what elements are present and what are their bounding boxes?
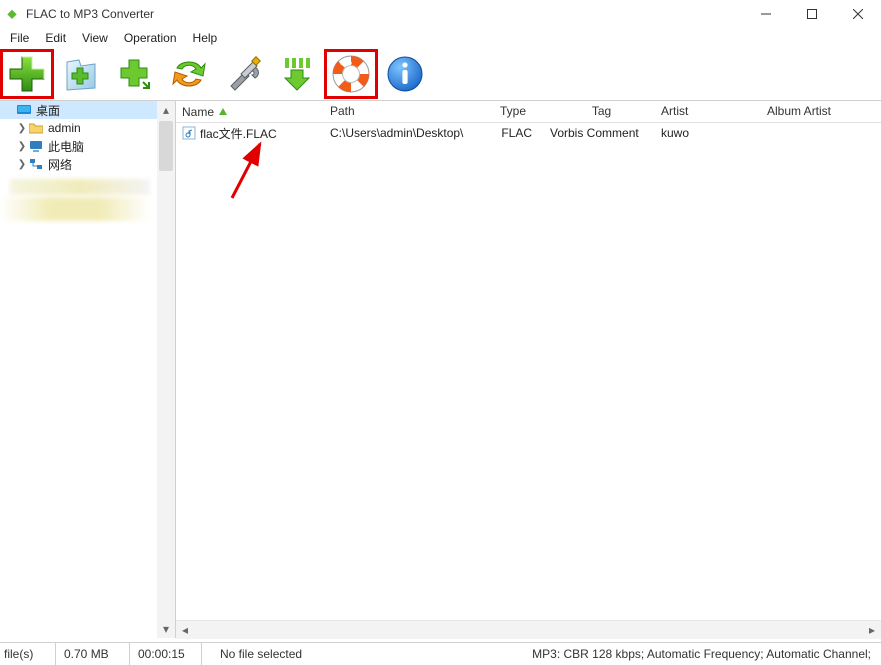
- tree-label: admin: [48, 121, 81, 135]
- add-button[interactable]: [2, 51, 52, 97]
- column-artist[interactable]: Artist: [655, 101, 761, 122]
- scroll-right-icon[interactable]: ▸: [863, 621, 881, 639]
- cell-name-text: flac文件.FLAC: [200, 125, 277, 142]
- plus-icon: [6, 53, 48, 95]
- add-folder-button[interactable]: [56, 51, 106, 97]
- lifebuoy-icon: [330, 53, 372, 95]
- menu-operation[interactable]: Operation: [116, 29, 185, 47]
- status-files: file(s): [0, 643, 56, 665]
- download-button[interactable]: [272, 51, 322, 97]
- convert-button[interactable]: [164, 51, 214, 97]
- column-path[interactable]: Path: [324, 101, 478, 122]
- network-icon: [28, 157, 44, 171]
- list-header: Name Path Type Tag Artist Album Artist: [176, 101, 881, 123]
- scroll-up-icon[interactable]: ▴: [157, 101, 175, 119]
- minimize-button[interactable]: [743, 0, 789, 28]
- tools-icon: [223, 54, 263, 94]
- cell-type: FLAC: [478, 124, 548, 142]
- cell-artist: kuwo: [655, 124, 761, 142]
- app-icon: [4, 6, 20, 22]
- cell-albumartist: [761, 131, 881, 135]
- menu-help[interactable]: Help: [185, 29, 226, 47]
- titlebar: FLAC to MP3 Converter: [0, 0, 881, 28]
- expander-icon[interactable]: ❯: [16, 159, 28, 170]
- app-title: FLAC to MP3 Converter: [26, 7, 154, 21]
- folder-tree[interactable]: 桌面 ❯ admin ❯ 此电脑 ❯ 网络 ▴ ▾: [0, 100, 176, 638]
- tree-item-desktop[interactable]: 桌面: [0, 101, 175, 119]
- scroll-track[interactable]: [194, 621, 863, 639]
- audio-file-icon: [182, 126, 196, 140]
- cell-tag: Vorbis Comment: [548, 124, 655, 142]
- maximize-button[interactable]: [789, 0, 835, 28]
- cell-path: C:\Users\admin\Desktop\: [324, 124, 478, 142]
- menu-view[interactable]: View: [74, 29, 116, 47]
- scroll-left-icon[interactable]: ◂: [176, 621, 194, 639]
- file-list: Name Path Type Tag Artist Album Artist f…: [176, 100, 881, 638]
- pc-icon: [28, 139, 44, 153]
- tree-item-network[interactable]: ❯ 网络: [0, 155, 175, 173]
- status-selection: No file selected: [202, 647, 522, 661]
- status-duration: 00:00:15: [130, 643, 202, 665]
- toolbar: [0, 48, 881, 100]
- scroll-down-icon[interactable]: ▾: [157, 620, 175, 638]
- column-tag[interactable]: Tag: [548, 101, 655, 122]
- list-horizontal-scrollbar[interactable]: ◂ ▸: [176, 620, 881, 638]
- column-name[interactable]: Name: [176, 101, 324, 122]
- tree-label: 网络: [48, 156, 72, 173]
- status-size: 0.70 MB: [56, 643, 130, 665]
- menu-file[interactable]: File: [2, 29, 37, 47]
- download-icon: [277, 54, 317, 94]
- expander-icon[interactable]: ❯: [16, 123, 28, 134]
- status-format: MP3: CBR 128 kbps; Automatic Frequency; …: [522, 647, 881, 661]
- status-bar: file(s) 0.70 MB 00:00:15 No file selecte…: [0, 642, 881, 665]
- table-row[interactable]: flac文件.FLAC C:\Users\admin\Desktop\ FLAC…: [176, 123, 881, 143]
- cycle-icon: [169, 54, 209, 94]
- add-sub-button[interactable]: [110, 51, 160, 97]
- tree-item-thispc[interactable]: ❯ 此电脑: [0, 137, 175, 155]
- tree-label: 桌面: [36, 102, 60, 119]
- scroll-thumb[interactable]: [157, 119, 175, 620]
- help-button[interactable]: [326, 51, 376, 97]
- cell-name: flac文件.FLAC: [176, 123, 324, 144]
- tree-vertical-scrollbar[interactable]: ▴ ▾: [157, 101, 175, 638]
- tree-label: 此电脑: [48, 138, 84, 155]
- expander-icon[interactable]: ❯: [16, 141, 28, 152]
- column-name-label: Name: [182, 105, 214, 119]
- list-body[interactable]: flac文件.FLAC C:\Users\admin\Desktop\ FLAC…: [176, 123, 881, 620]
- desktop-icon: [16, 103, 32, 117]
- column-albumartist[interactable]: Album Artist: [761, 101, 881, 122]
- plus-down-icon: [115, 54, 155, 94]
- main-area: 桌面 ❯ admin ❯ 此电脑 ❯ 网络 ▴ ▾ Name: [0, 100, 881, 638]
- menu-edit[interactable]: Edit: [37, 29, 74, 47]
- info-icon: [385, 54, 425, 94]
- folder-plus-icon: [61, 54, 101, 94]
- about-button[interactable]: [380, 51, 430, 97]
- sort-asc-icon: [218, 107, 228, 117]
- folder-icon: [28, 121, 44, 135]
- tree-item-admin[interactable]: ❯ admin: [0, 119, 175, 137]
- settings-button[interactable]: [218, 51, 268, 97]
- close-button[interactable]: [835, 0, 881, 28]
- column-type[interactable]: Type: [478, 101, 548, 122]
- menubar: File Edit View Operation Help: [0, 28, 881, 48]
